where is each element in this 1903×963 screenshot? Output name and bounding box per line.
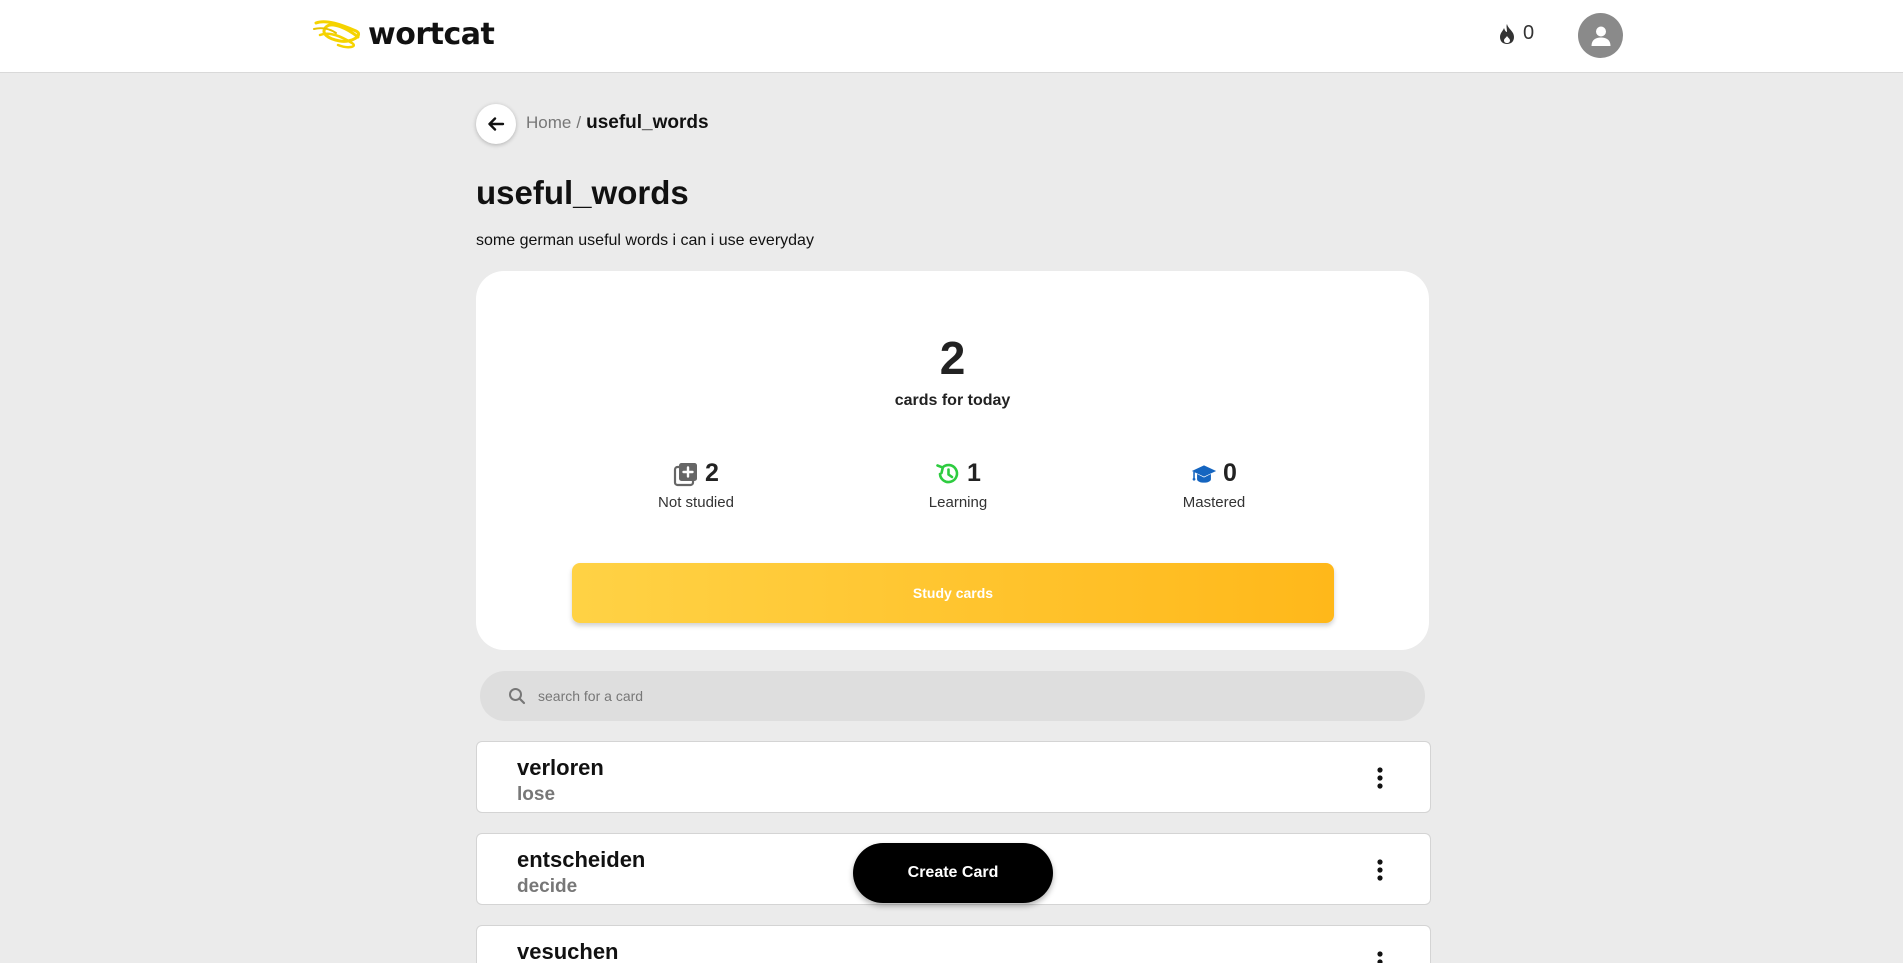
card-search-input[interactable] — [538, 688, 1338, 704]
flame-icon — [1500, 23, 1514, 44]
card-options-button[interactable] — [1370, 764, 1390, 792]
breadcrumb: Home / useful_words — [526, 112, 709, 134]
study-cards-button[interactable]: Study cards — [572, 563, 1334, 623]
page-title: useful_words — [476, 174, 689, 211]
card-options-button[interactable] — [1370, 948, 1390, 963]
add-stack-icon — [673, 462, 698, 486]
search-icon — [509, 688, 526, 705]
not-studied-value: 2 — [705, 459, 719, 487]
today-cards-label: cards for today — [894, 392, 1011, 409]
card-row[interactable]: vesuchen — [476, 925, 1431, 963]
mastered-value: 0 — [1223, 459, 1237, 487]
scribble-logo-icon — [313, 20, 361, 49]
top-navbar: wortcat 0 — [0, 0, 1903, 73]
card-options-button[interactable] — [1370, 856, 1390, 884]
kebab-menu-icon — [1377, 951, 1383, 963]
card-search-bar — [480, 671, 1425, 721]
app-logo[interactable]: wortcat — [312, 14, 495, 54]
learning-label: Learning — [928, 494, 988, 511]
graduation-cap-icon — [1191, 464, 1217, 483]
history-icon — [936, 463, 959, 483]
breadcrumb-home-link[interactable]: Home — [526, 113, 571, 133]
create-card-button[interactable]: Create Card — [853, 843, 1053, 903]
card-front-text: entscheiden — [517, 847, 646, 872]
not-studied-label: Not studied — [658, 494, 734, 511]
user-icon — [1591, 26, 1610, 46]
streak-counter[interactable]: 0 — [1497, 22, 1534, 45]
study-stats-card: 2 cards for today 2 Not studied 1 Learni… — [476, 271, 1429, 650]
deck-description: some german useful words i can i use eve… — [476, 232, 814, 249]
breadcrumb-separator: / — [576, 113, 582, 132]
stat-mastered: 0 Mastered — [1134, 459, 1294, 511]
today-cards-count: 2 — [939, 332, 966, 384]
card-row[interactable]: verloren lose — [476, 741, 1431, 813]
back-button[interactable] — [476, 104, 516, 144]
card-back-text: decide — [517, 876, 578, 897]
streak-count: 0 — [1523, 22, 1535, 44]
stat-not-studied: 2 Not studied — [616, 459, 776, 511]
stat-learning: 1 Learning — [878, 459, 1038, 511]
mastered-label: Mastered — [1182, 494, 1246, 511]
arrow-left-icon — [488, 117, 505, 131]
learning-value: 1 — [967, 459, 981, 487]
card-front-text: verloren — [517, 755, 604, 780]
user-avatar[interactable] — [1578, 13, 1623, 58]
breadcrumb-current: useful_words — [586, 112, 709, 133]
kebab-menu-icon — [1377, 859, 1383, 881]
card-back-text: lose — [517, 784, 556, 805]
card-front-text: vesuchen — [517, 939, 619, 963]
app-name: wortcat — [368, 16, 495, 52]
kebab-menu-icon — [1377, 767, 1383, 789]
